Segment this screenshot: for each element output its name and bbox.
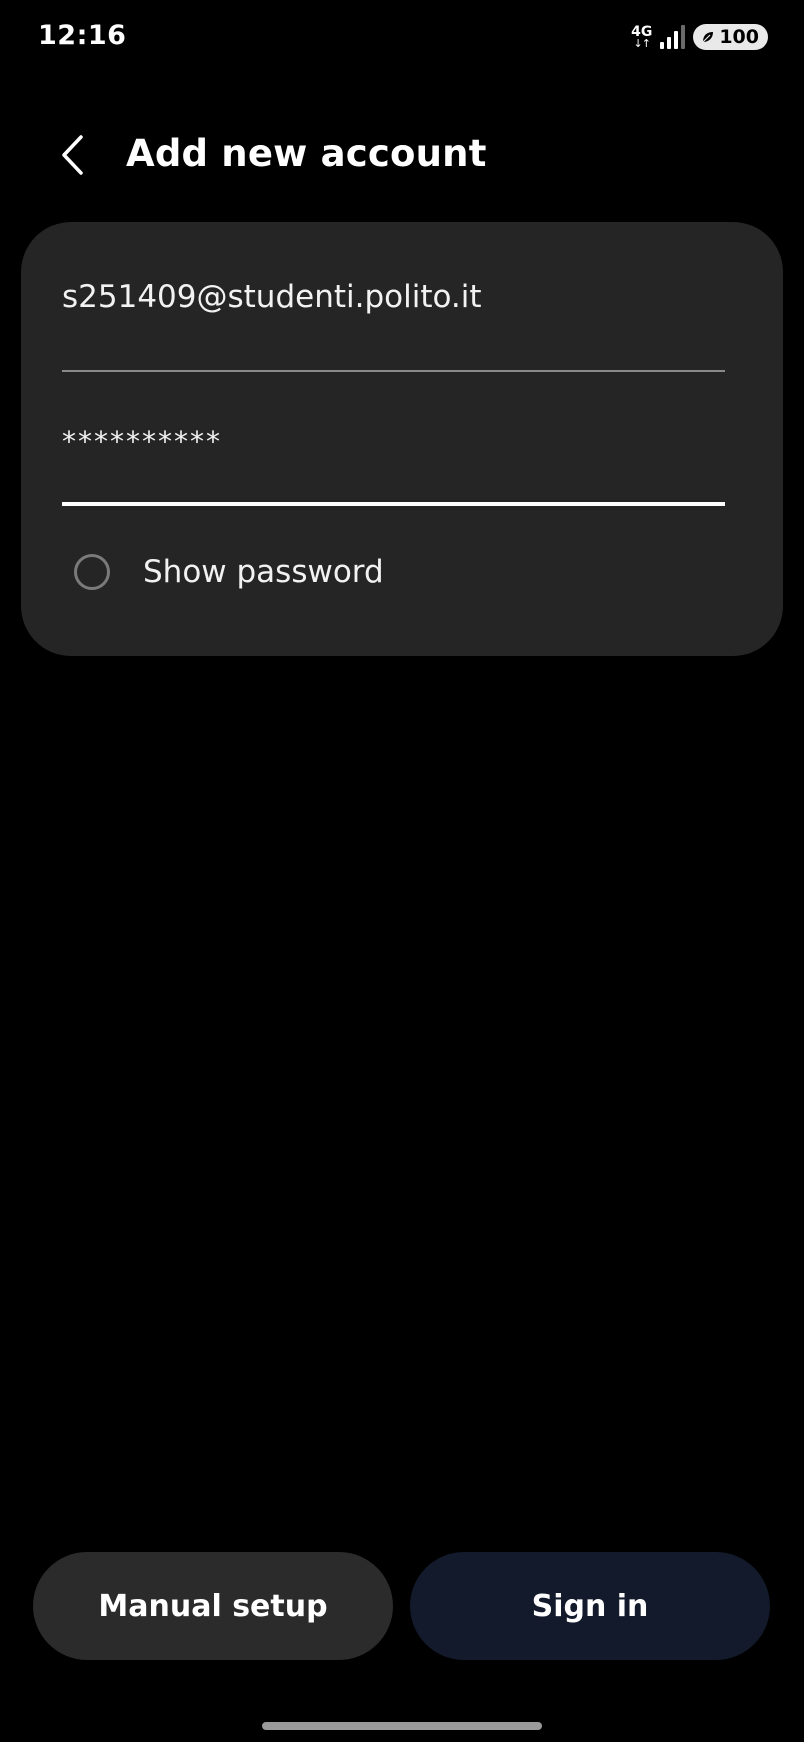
add-account-screen: 12:16 4G ↓↑ 100 Add new account s251409@… [0,0,804,1742]
chevron-left-icon [62,135,83,175]
email-field[interactable]: s251409@studenti.polito.it [62,282,725,372]
account-form-card: s251409@studenti.polito.it ********** Sh… [21,222,783,656]
status-icons: 4G ↓↑ 100 [631,24,768,50]
password-field[interactable]: ********** [62,418,725,506]
data-activity-icon: ↓↑ [633,37,650,50]
email-value: s251409@studenti.polito.it [62,279,482,315]
home-indicator[interactable] [262,1722,542,1730]
signal-bars-icon [660,25,686,49]
status-time: 12:16 [38,20,127,51]
leaf-icon [702,32,714,43]
battery-indicator: 100 [693,24,768,50]
show-password-radio[interactable] [74,554,110,590]
network-indicator: 4G ↓↑ [631,25,652,49]
battery-level: 100 [719,26,759,48]
manual-setup-button[interactable]: Manual setup [33,1552,393,1660]
password-value: ********** [62,425,222,458]
show-password-option[interactable]: Show password [74,554,384,590]
sign-in-button[interactable]: Sign in [410,1552,770,1660]
show-password-label: Show password [143,554,384,590]
page-title: Add new account [126,132,487,175]
back-button[interactable] [52,130,92,180]
